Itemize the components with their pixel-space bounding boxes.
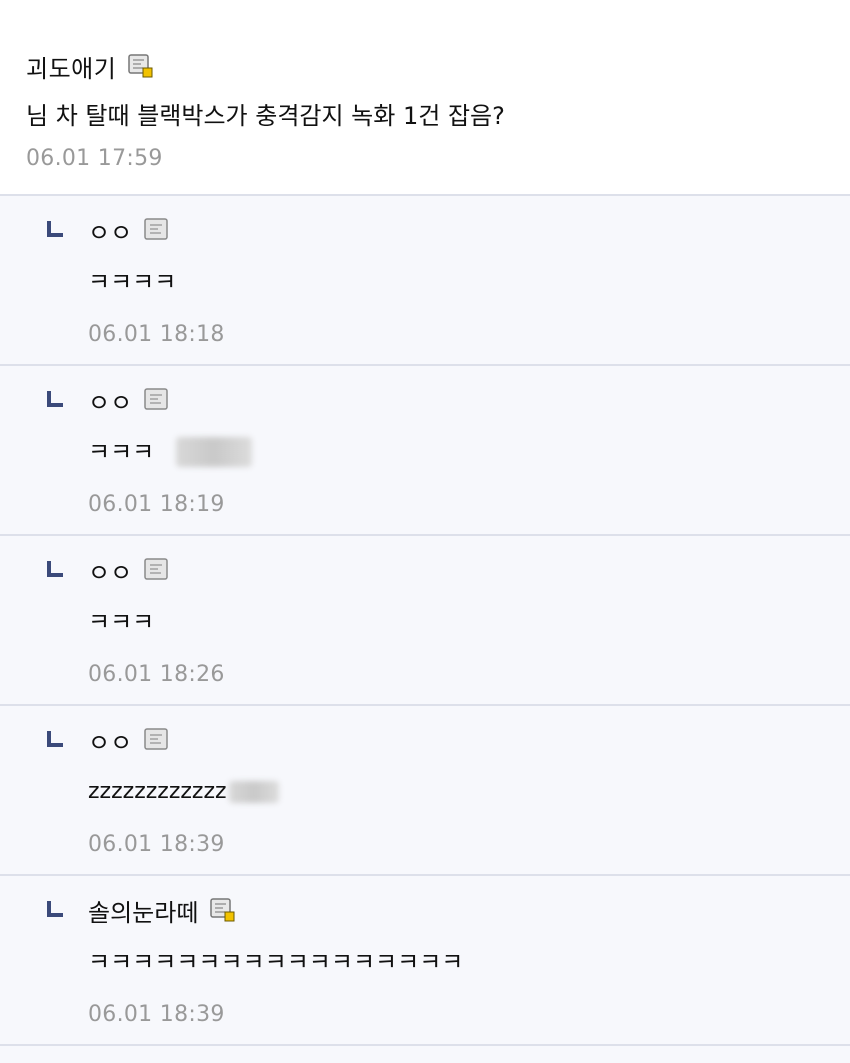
reply-text: ㅋㅋㅋㅋㅋㅋㅋㅋㅋㅋㅋㅋㅋㅋㅋㅋㅋ (88, 948, 464, 976)
reply-header: ㅇㅇ (88, 210, 170, 250)
comment-header: 괴도애기 (26, 46, 850, 86)
reply-item: ㅇㅇ ㅋㅋㅋ 06.01 18:19 (0, 366, 850, 536)
reply-item: ㅇㅇ ㅋㅋㅋ 06.01 18:26 (0, 536, 850, 706)
reply-text-row: zzzzzzzzzzzz (88, 776, 279, 808)
reply-timestamp: 06.01 18:39 (88, 832, 225, 857)
reply-item: ㅇㅇ zzzzzzzzzzzz 06.01 18:39 (0, 706, 850, 876)
reply-item: ㅇㅇ ㅋㅋㅋㅋ 06.01 18:18 (0, 196, 850, 366)
comment-author[interactable]: 괴도애기 (26, 49, 116, 84)
reply-arrow-icon (47, 731, 63, 747)
reply-arrow-icon (47, 901, 63, 917)
blurred-text-region (176, 437, 253, 467)
reply-arrow-icon (47, 391, 63, 407)
reply-author[interactable]: ㅇㅇ (88, 553, 132, 588)
reply-timestamp: 06.01 18:18 (88, 322, 225, 347)
member-badge-icon (128, 54, 154, 78)
reply-header: ㅇㅇ (88, 380, 170, 420)
original-comment: 괴도애기 님 차 탈때 블랙박스가 충격감지 녹화 1건 잡음? 06.01 1… (0, 0, 850, 196)
comment-text: 님 차 탈때 블랙박스가 충격감지 녹화 1건 잡음? (26, 102, 505, 130)
reply-author[interactable]: ㅇㅇ (88, 213, 132, 248)
guest-badge-icon (144, 218, 170, 242)
reply-arrow-icon (47, 561, 63, 577)
reply-item: 솔의눈라떼 ㅋㅋㅋㅋㅋㅋㅋㅋㅋㅋㅋㅋㅋㅋㅋㅋㅋ 06.01 18:39 (0, 876, 850, 1046)
member-badge-icon (210, 898, 236, 922)
reply-text: ㅋㅋㅋ (88, 608, 155, 636)
reply-text: ㅋㅋㅋ (88, 438, 155, 466)
reply-header: ㅇㅇ (88, 720, 170, 760)
guest-badge-icon (144, 558, 170, 582)
guest-badge-icon (144, 728, 170, 752)
reply-timestamp: 06.01 18:26 (88, 662, 225, 687)
blurred-text-region (228, 781, 279, 803)
reply-arrow-icon (47, 221, 63, 237)
reply-timestamp: 06.01 18:19 (88, 492, 225, 517)
reply-header: ㅇㅇ (88, 550, 170, 590)
reply-author[interactable]: ㅇㅇ (88, 723, 132, 758)
comment-timestamp: 06.01 17:59 (26, 146, 163, 171)
reply-author[interactable]: ㅇㅇ (88, 383, 132, 418)
reply-timestamp: 06.01 18:39 (88, 1002, 225, 1027)
reply-text-row: ㅋㅋㅋ (88, 436, 253, 468)
reply-text: zzzzzzzzzzzz (88, 779, 227, 804)
guest-badge-icon (144, 388, 170, 412)
reply-header: 솔의눈라떼 (88, 890, 236, 930)
reply-author[interactable]: 솔의눈라떼 (88, 893, 198, 928)
reply-text: ㅋㅋㅋㅋ (88, 268, 177, 296)
